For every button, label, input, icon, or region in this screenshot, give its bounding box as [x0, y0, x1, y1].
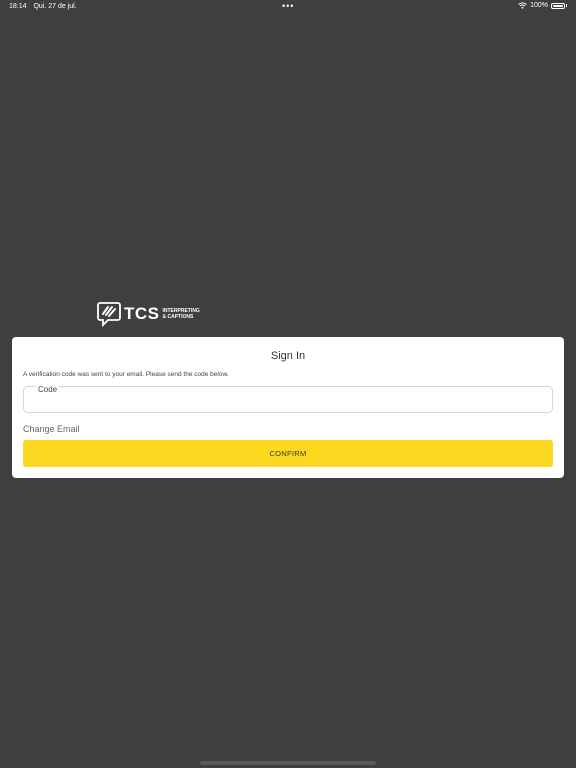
battery-icon: [551, 2, 565, 9]
battery-tip: [566, 4, 567, 7]
change-email-link[interactable]: Change Email: [23, 424, 80, 434]
tcs-logo: TCS INTERPRETING & CAPTIONS: [97, 301, 200, 327]
signin-title: Sign In: [270, 350, 306, 362]
status-right: 100%: [518, 2, 567, 9]
status-time: 18:14: [9, 3, 27, 10]
multitasking-dots[interactable]: •••: [282, 1, 294, 11]
home-indicator[interactable]: [200, 761, 376, 765]
logo-brand-text: TCS: [124, 304, 160, 323]
logo-subtitle-line2: & CAPTIONS: [162, 314, 194, 320]
status-left: 18:14 Qui. 27 de jul.: [9, 3, 82, 10]
code-field[interactable]: Code: [23, 385, 553, 413]
code-input[interactable]: [32, 397, 546, 413]
status-date: Qui. 27 de jul.: [33, 3, 77, 10]
battery-percent: 100%: [530, 2, 548, 9]
verification-message: A verification code was sent to your ema…: [23, 371, 229, 378]
wifi-icon: [518, 2, 527, 9]
logo-subtitle: INTERPRETING & CAPTIONS: [163, 308, 200, 320]
status-bar: 18:14 Qui. 27 de jul. ••• 100%: [0, 0, 576, 14]
code-label: Code: [36, 385, 60, 394]
hands-speech-bubble-icon: [97, 302, 121, 327]
confirm-button[interactable]: CONFIRM: [23, 440, 553, 467]
signin-card: Sign In A verification code was sent to …: [12, 337, 564, 478]
